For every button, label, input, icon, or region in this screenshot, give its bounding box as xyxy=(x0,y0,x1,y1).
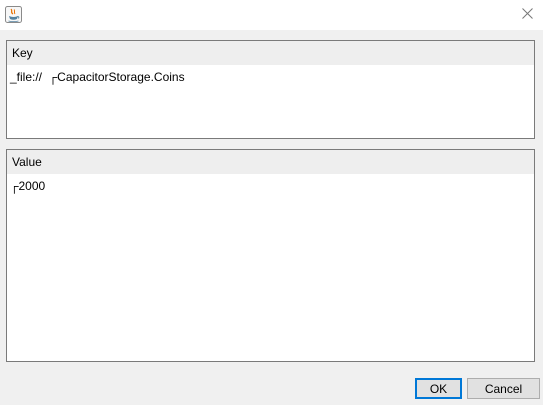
key-panel: Key _file:// ┌CapacitorStorage.Coins xyxy=(6,40,535,139)
ok-button[interactable]: OK xyxy=(415,378,462,399)
value-panel: Value ┌2000 xyxy=(6,149,535,362)
close-icon xyxy=(521,6,533,24)
key-header: Key xyxy=(7,41,534,66)
value-header: Value xyxy=(7,150,534,175)
value-text-area[interactable]: ┌2000 xyxy=(7,175,534,356)
key-text-area[interactable]: _file:// ┌CapacitorStorage.Coins xyxy=(7,66,534,133)
java-app-icon xyxy=(5,6,22,23)
close-button[interactable] xyxy=(511,0,543,30)
cancel-button[interactable]: Cancel xyxy=(467,378,540,399)
title-bar xyxy=(0,0,543,30)
